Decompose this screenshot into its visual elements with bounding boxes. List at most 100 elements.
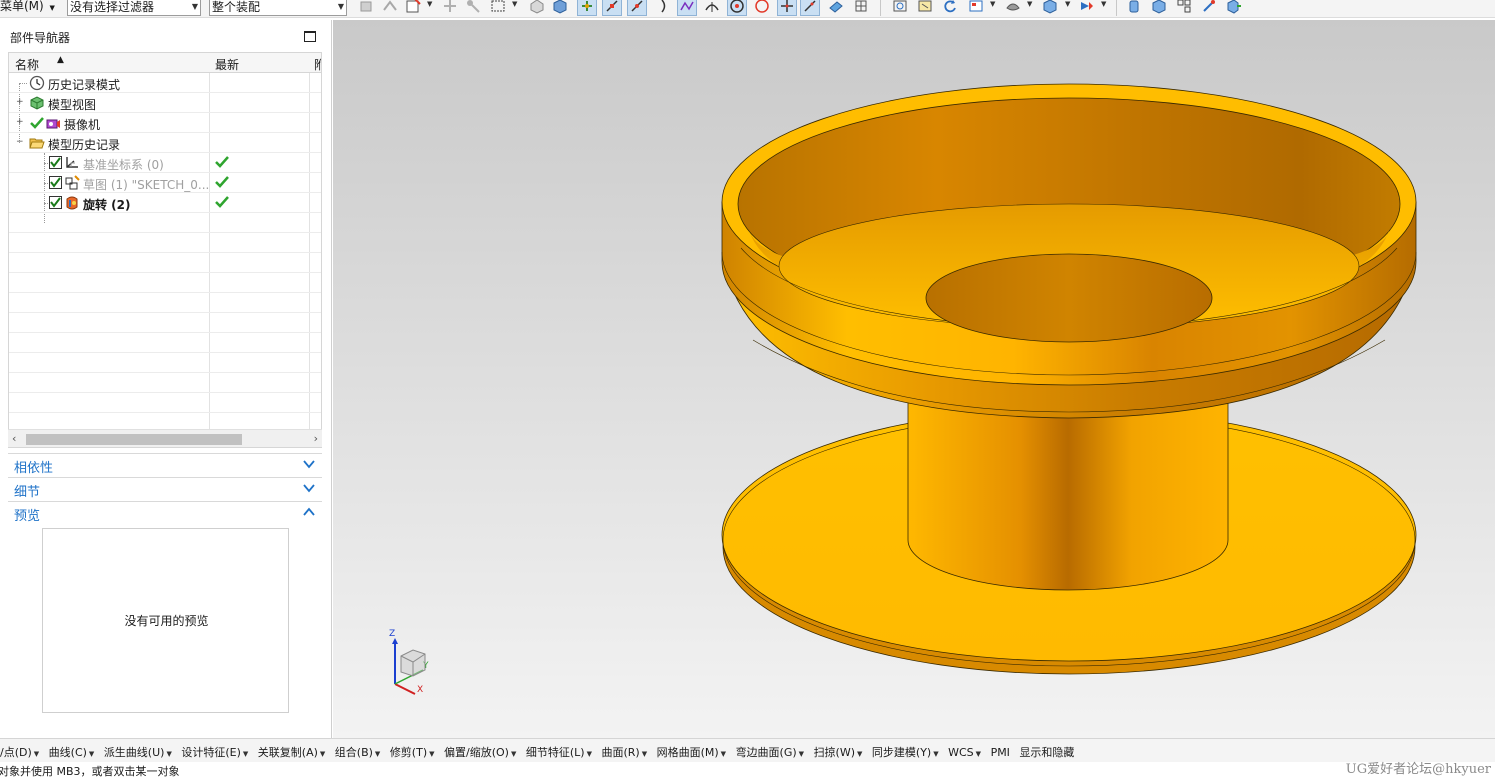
column-header-extra[interactable]: 附: [314, 56, 321, 73]
tree-row-datum-csys[interactable]: 基准坐标系 (0): [9, 153, 321, 173]
chevron-down-icon: ▼: [319, 750, 326, 758]
menu-pmi[interactable]: PMI: [991, 746, 1010, 759]
menu-offset-scale[interactable]: 偏置/缩放(O) ▼: [444, 744, 516, 760]
snap-on-curve-icon[interactable]: [800, 0, 820, 16]
snap-midpoint-icon[interactable]: [627, 0, 647, 16]
tree-row-revolve[interactable]: 旋转 (2): [9, 193, 321, 213]
toolbar-separator: [880, 0, 881, 16]
select-components-icon[interactable]: [357, 0, 377, 16]
revolved-part-model[interactable]: [333, 20, 1495, 738]
sort-ascending-icon[interactable]: ▲: [57, 55, 64, 65]
expand-icon[interactable]: +: [16, 118, 24, 127]
snap-curve-icon[interactable]: [654, 0, 674, 16]
tree-row-model-history[interactable]: − 模型历史记录: [9, 133, 321, 153]
scroll-left-icon[interactable]: ‹: [12, 432, 16, 445]
snap-line-icon[interactable]: [602, 0, 622, 16]
cylinder-icon[interactable]: [1124, 0, 1144, 16]
visibility-checkbox[interactable]: [49, 196, 62, 209]
menu-show-hide[interactable]: 显示和隐藏: [1019, 744, 1074, 760]
menu-trim[interactable]: 修剪(T) ▼: [390, 744, 435, 760]
layer-settings-icon[interactable]: [1174, 0, 1194, 16]
solid-body-icon[interactable]: [550, 0, 570, 16]
scrollbar-thumb[interactable]: [26, 434, 242, 445]
rotate-icon[interactable]: [940, 0, 960, 16]
select-features-icon[interactable]: [380, 0, 400, 16]
shaded-view-icon[interactable]: [1040, 0, 1060, 16]
block-icon[interactable]: [1149, 0, 1169, 16]
chevron-down-icon[interactable]: ▼: [512, 0, 517, 8]
snap-face-icon[interactable]: [826, 0, 846, 16]
point-dialog-icon[interactable]: [463, 0, 483, 16]
tree-row-empty: [9, 213, 321, 233]
selection-scope-value: 整个装配: [212, 0, 261, 14]
datum-csys-icon: [66, 157, 78, 168]
box-select-icon[interactable]: [488, 0, 508, 16]
dependencies-section-header[interactable]: 相依性: [8, 453, 322, 476]
status-message: 对象并使用 MB3，或者双击某一对象: [0, 765, 180, 777]
chevron-down-icon[interactable]: ▼: [990, 0, 995, 8]
column-header-name[interactable]: 名称: [15, 56, 39, 73]
tree-row-empty: [9, 233, 321, 253]
snap-center-icon[interactable]: [727, 0, 747, 16]
preview-section-header[interactable]: 预览: [8, 501, 322, 524]
snap-arc-icon[interactable]: [702, 0, 722, 16]
rendering-style-icon[interactable]: [1003, 0, 1023, 16]
menu-wcs[interactable]: WCS ▼: [948, 746, 981, 759]
snap-point-icon[interactable]: [403, 0, 423, 16]
preview-area: 没有可用的预览: [42, 528, 289, 713]
graphics-viewport[interactable]: Z X Y: [333, 20, 1495, 738]
selection-scope-dropdown[interactable]: 整个装配 ▼: [209, 0, 347, 16]
column-header-latest[interactable]: 最新: [215, 56, 239, 73]
menu-associative-copy[interactable]: 关联复制(A) ▼: [258, 744, 326, 760]
tree-row-model-views[interactable]: + 模型视图: [9, 93, 321, 113]
snap-bounded-grid-icon[interactable]: [851, 0, 871, 16]
chevron-down-icon[interactable]: ▼: [427, 0, 432, 8]
edit-section-icon[interactable]: [1077, 0, 1097, 16]
measure-icon[interactable]: [1199, 0, 1219, 16]
top-toolbar: 菜单(M) ▼ 没有选择过滤器 ▼ 整个装配 ▼ ▼ ▼ ▼ ▼ ▼ ▼: [0, 0, 1495, 18]
snap-intersection-icon[interactable]: [777, 0, 797, 16]
point-add-icon[interactable]: [440, 0, 460, 16]
menu-mesh-surface[interactable]: 网格曲面(M) ▼: [657, 744, 726, 760]
menu-synchronous-modeling[interactable]: 同步建模(Y) ▼: [872, 744, 939, 760]
body-select-icon[interactable]: [527, 0, 547, 16]
snap-quadrant-icon[interactable]: [752, 0, 772, 16]
tree-row-empty: [9, 353, 321, 373]
chevron-down-icon[interactable]: ▼: [1065, 0, 1070, 8]
menu-sweep[interactable]: 扫掠(W) ▼: [814, 744, 863, 760]
menu-surface[interactable]: 曲面(R) ▼: [601, 744, 647, 760]
maximize-icon[interactable]: [304, 31, 316, 42]
tree-row-empty: [9, 313, 321, 333]
tree-row-history-mode[interactable]: 历史记录模式: [9, 73, 321, 93]
navigator-title: 部件导航器: [10, 31, 71, 45]
selection-filter-dropdown[interactable]: 没有选择过滤器 ▼: [67, 0, 201, 16]
menu-curve[interactable]: 曲线(C) ▼: [49, 744, 95, 760]
menu-combine[interactable]: 组合(B) ▼: [335, 744, 381, 760]
snap-spline-icon[interactable]: [677, 0, 697, 16]
tree-row-cameras[interactable]: + 摄像机: [9, 113, 321, 133]
zoom-icon[interactable]: [915, 0, 935, 16]
menu-flange-surface[interactable]: 弯边曲面(G) ▼: [736, 744, 805, 760]
menu-derived-curve[interactable]: 派生曲线(U) ▼: [104, 744, 172, 760]
collapse-icon[interactable]: −: [16, 138, 24, 147]
tree-row-empty: [9, 393, 321, 413]
menu-detail-feature[interactable]: 细节特征(L) ▼: [526, 744, 592, 760]
scroll-right-icon[interactable]: ›: [314, 432, 318, 445]
visibility-checkbox[interactable]: [49, 176, 62, 189]
chevron-down-icon[interactable]: ▼: [1027, 0, 1032, 8]
orient-view-icon[interactable]: [966, 0, 986, 16]
menu-design-feature[interactable]: 设计特征(E) ▼: [181, 744, 248, 760]
visibility-checkbox[interactable]: [49, 156, 62, 169]
menu-button[interactable]: 菜单(M) ▼: [0, 0, 55, 16]
fit-view-icon[interactable]: [890, 0, 910, 16]
expand-icon[interactable]: +: [16, 98, 24, 107]
status-bar: 对象并使用 MB3，或者双击某一对象 UG爱好者论坛@hkyuer: [0, 762, 1495, 777]
snap-endpoint-icon[interactable]: [577, 0, 597, 16]
chevron-down-icon[interactable]: ▼: [1101, 0, 1106, 8]
menu-point[interactable]: /点(D) ▼: [0, 744, 39, 760]
center-hole: [925, 253, 1213, 343]
horizontal-scrollbar[interactable]: ‹ ›: [8, 429, 322, 447]
tree-row-sketch[interactable]: 草图 (1) "SKETCH_0...: [9, 173, 321, 193]
details-section-header[interactable]: 细节: [8, 477, 322, 500]
move-object-icon[interactable]: [1224, 0, 1244, 16]
